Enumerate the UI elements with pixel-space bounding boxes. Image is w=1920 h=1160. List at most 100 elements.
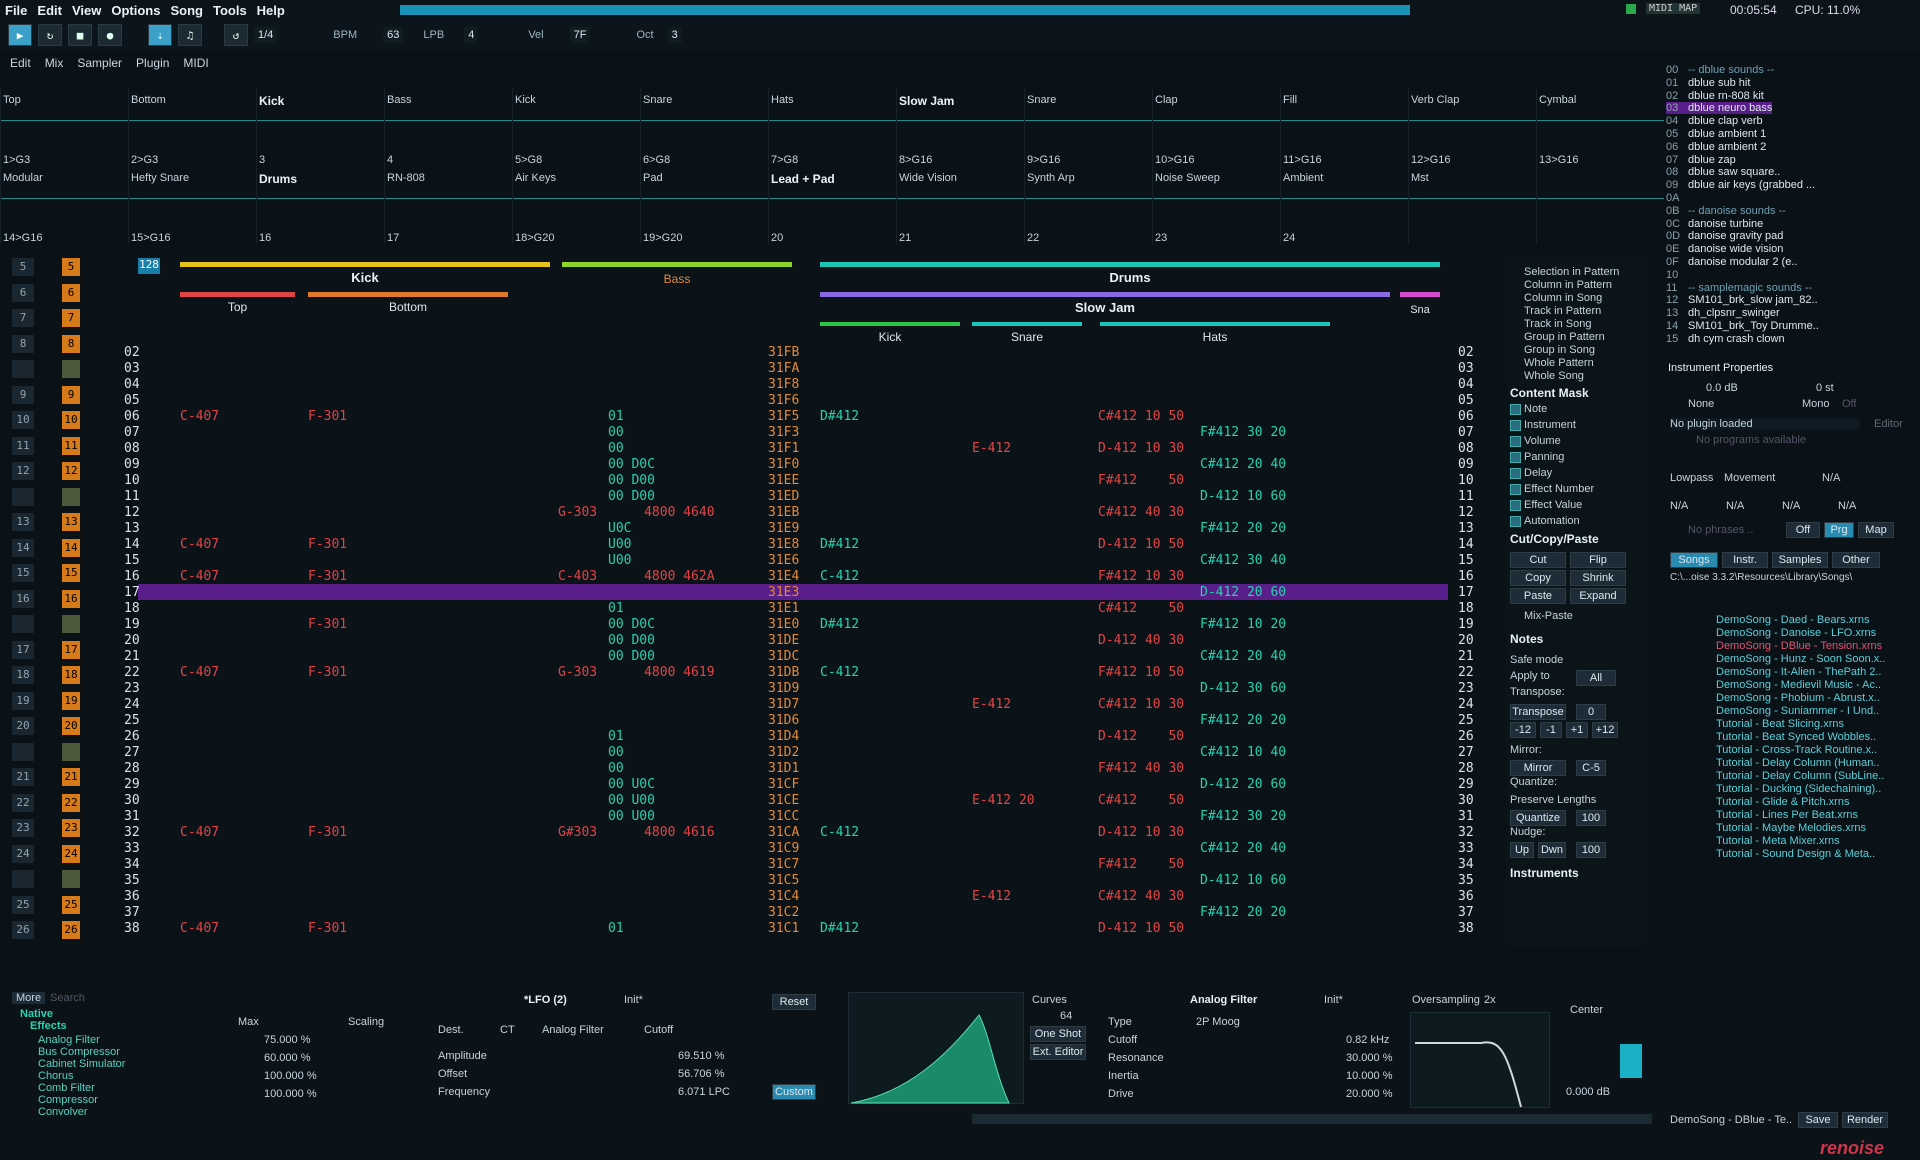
pattern-cell-bn[interactable]: 00	[608, 441, 624, 456]
overview-track-8[interactable]: Snare 9>G16	[1024, 88, 1152, 166]
overview-track-row2-3[interactable]: RN-808 17	[384, 166, 512, 244]
pattern-cell-bn[interactable]: 00 U00	[608, 809, 655, 824]
overview-track-row2-2[interactable]: Drums 16	[256, 166, 384, 244]
sequence-slot[interactable]: 14	[12, 538, 34, 557]
notes-qval-button[interactable]: 100	[1576, 810, 1606, 826]
pattern-row[interactable]: 18 01 31E1 C#412 50 18	[124, 600, 1474, 616]
inst-off[interactable]: Off	[1842, 398, 1856, 410]
output-db[interactable]: 0.000 dB	[1566, 1086, 1610, 1098]
tab-midi[interactable]: MIDI	[183, 56, 208, 78]
fx-compressor[interactable]: Compressor	[38, 1094, 98, 1106]
pattern-cell-sn[interactable]: E-412 20	[972, 793, 1035, 808]
copy-button[interactable]: Copy	[1510, 570, 1566, 586]
pattern-cell-bf[interactable]: C-403 4800 462A	[558, 569, 715, 584]
pattern-row[interactable]: 33 31C9 C#412 20 40 33	[124, 840, 1474, 856]
lines-count[interactable]: 128	[138, 258, 160, 274]
menu-help[interactable]: Help	[252, 3, 290, 18]
lfo-title[interactable]: *LFO (2)	[524, 994, 567, 1006]
song-file-item[interactable]: DemoSong - DBlue - Tension.xrns	[1716, 640, 1882, 652]
overview-track-0[interactable]: Top 1>G3	[0, 88, 128, 166]
pattern-cell-bn[interactable]: 01	[608, 921, 624, 936]
sequence-pattern[interactable]: 15	[62, 564, 80, 582]
mix-paste[interactable]: Mix-Paste	[1524, 610, 1573, 622]
pattern-row[interactable]: 13 U0C 31E9 F#412 20 20 13	[124, 520, 1474, 536]
pattern-row[interactable]: 34 31C7 F#412 50 34	[124, 856, 1474, 872]
sequence-slot[interactable]	[12, 487, 34, 506]
pattern-cell-lf[interactable]: 31D4	[768, 729, 799, 744]
song-file-item[interactable]: Tutorial - Cross-Track Routine.x..	[1716, 744, 1877, 756]
song-file-item[interactable]: Tutorial - Meta Mixer.xrns	[1716, 835, 1840, 847]
menu-view[interactable]: View	[67, 3, 106, 18]
sequence-slot[interactable]: 26	[12, 921, 34, 939]
pattern-cell-dk[interactable]: D#412	[820, 409, 859, 424]
pattern-row[interactable]: 06 C-407 F-301 01 31F5 D#412 C#412 10 50 06	[124, 408, 1474, 424]
pattern-cell-k[interactable]: C-407	[180, 825, 219, 840]
menu-song[interactable]: Song	[165, 3, 208, 18]
instrument-item[interactable]: 07 dblue zap	[1666, 154, 1736, 166]
pattern-cell-bn[interactable]: 01	[608, 601, 624, 616]
overview-track-5[interactable]: Snare 6>G8	[640, 88, 768, 166]
freq-value[interactable]: 6.071 LPC	[678, 1086, 730, 1098]
group-kick-label[interactable]: Kick	[180, 270, 550, 285]
pattern-cell-h1[interactable]: F#412 10 50	[1098, 665, 1184, 680]
pattern-row[interactable]: 14 C-407 F-301 U00 31E8 D#412 D-412 10 50 14	[124, 536, 1474, 552]
sequence-slot[interactable]: 10	[12, 411, 34, 429]
sequence-slot[interactable]: 21	[12, 768, 34, 786]
track-kick2-label[interactable]: Kick	[820, 330, 960, 344]
pattern-row[interactable]: 21 00 D00 31DC C#412 20 40 21	[124, 648, 1474, 664]
inst-transpose[interactable]: 0 st	[1816, 382, 1834, 394]
expand-button[interactable]: Expand	[1570, 588, 1626, 604]
pattern-row[interactable]: 19 F-301 00 D0C 31E0 D#412 F#412 10 20 19	[124, 616, 1474, 632]
pattern-cell-lf[interactable]: 31E1	[768, 601, 799, 616]
type-value[interactable]: 2P Moog	[1196, 1016, 1240, 1028]
pattern-cell-h2[interactable]: C#412 10 40	[1200, 745, 1286, 760]
pattern-cell-b[interactable]: F-301	[308, 665, 347, 680]
instrument-item[interactable]: 0E danoise wide vision	[1666, 243, 1783, 255]
instrument-item[interactable]: 02 dblue rn-808 kit	[1666, 90, 1764, 102]
pattern-row[interactable]: 12 G-303 4800 4640 31EB C#412 40 30 12	[124, 504, 1474, 520]
pattern-cell-bn[interactable]: 00	[608, 761, 624, 776]
overview-track-row2-0[interactable]: Modular 14>G16	[0, 166, 128, 244]
sequence-slot[interactable]	[12, 615, 34, 633]
render-button[interactable]: Render	[1842, 1112, 1888, 1128]
pattern-cell-dk[interactable]: D#412	[820, 537, 859, 552]
pattern-cell-h2[interactable]: D-412 10 60	[1200, 489, 1286, 504]
sequence-slot[interactable]: 9	[12, 385, 34, 404]
pattern-cell-lf[interactable]: 31EE	[768, 473, 799, 488]
pattern-cell-lf[interactable]: 31CC	[768, 809, 799, 824]
instrument-item[interactable]: 0A	[1666, 192, 1688, 204]
sequence-slot[interactable]: 23	[12, 819, 34, 837]
midi-map-button[interactable]: MIDI MAP	[1646, 3, 1701, 14]
pattern-row[interactable]: 27 00 31D2 C#412 10 40 27	[124, 744, 1474, 760]
mask-checkbox[interactable]	[1510, 420, 1521, 431]
paste-button[interactable]: Paste	[1510, 588, 1566, 604]
pattern-cell-lf[interactable]: 31F1	[768, 441, 799, 456]
pattern-cell-bn[interactable]: 00 D00	[608, 649, 655, 664]
pattern-cell-bn[interactable]: 00 D0C	[608, 457, 655, 472]
sequence-slot[interactable]: 18	[12, 666, 34, 684]
pattern-cell-h2[interactable]: F#412 30 20	[1200, 809, 1286, 824]
pattern-cell-bn[interactable]: U00	[608, 537, 631, 552]
instrument-item[interactable]: 06 dblue ambient 2	[1666, 141, 1766, 153]
fx-comb-filter[interactable]: Comb Filter	[38, 1082, 95, 1094]
menu-edit[interactable]: Edit	[32, 3, 67, 18]
mask-checkbox[interactable]	[1510, 500, 1521, 511]
selection-option[interactable]: Track in Song	[1524, 318, 1591, 330]
sequence-slot[interactable]: 16	[12, 589, 34, 608]
sequence-pattern[interactable]: 13	[62, 513, 80, 531]
pattern-cell-lf[interactable]: 31C2	[768, 905, 799, 920]
pattern-cell-h2[interactable]: F#412 30 20	[1200, 425, 1286, 440]
pattern-row[interactable]: 15 U00 31E6 C#412 30 40 15	[124, 552, 1474, 568]
sequence-slot[interactable]	[12, 360, 34, 378]
pattern-cell-lf[interactable]: 31CE	[768, 793, 799, 808]
pattern-cell-h2[interactable]: C#412 30 40	[1200, 553, 1286, 568]
pattern-cell-bn[interactable]: 00 U0C	[608, 777, 655, 792]
song-file-item[interactable]: DemoSong - Hunz - Soon Soon.x..	[1716, 653, 1885, 665]
sequence-slot[interactable]: 12	[12, 462, 34, 480]
pattern-cell-b[interactable]: F-301	[308, 537, 347, 552]
song-file-item[interactable]: Tutorial - Maybe Melodies.xrns	[1716, 822, 1866, 834]
pattern-cell-h1[interactable]: C#412 50	[1098, 793, 1184, 808]
notes-tval-button[interactable]: 0	[1576, 704, 1606, 720]
pattern-cell-sn[interactable]: E-412	[972, 697, 1011, 712]
pattern-row[interactable]: 23 31D9 D-412 30 60 23	[124, 680, 1474, 696]
